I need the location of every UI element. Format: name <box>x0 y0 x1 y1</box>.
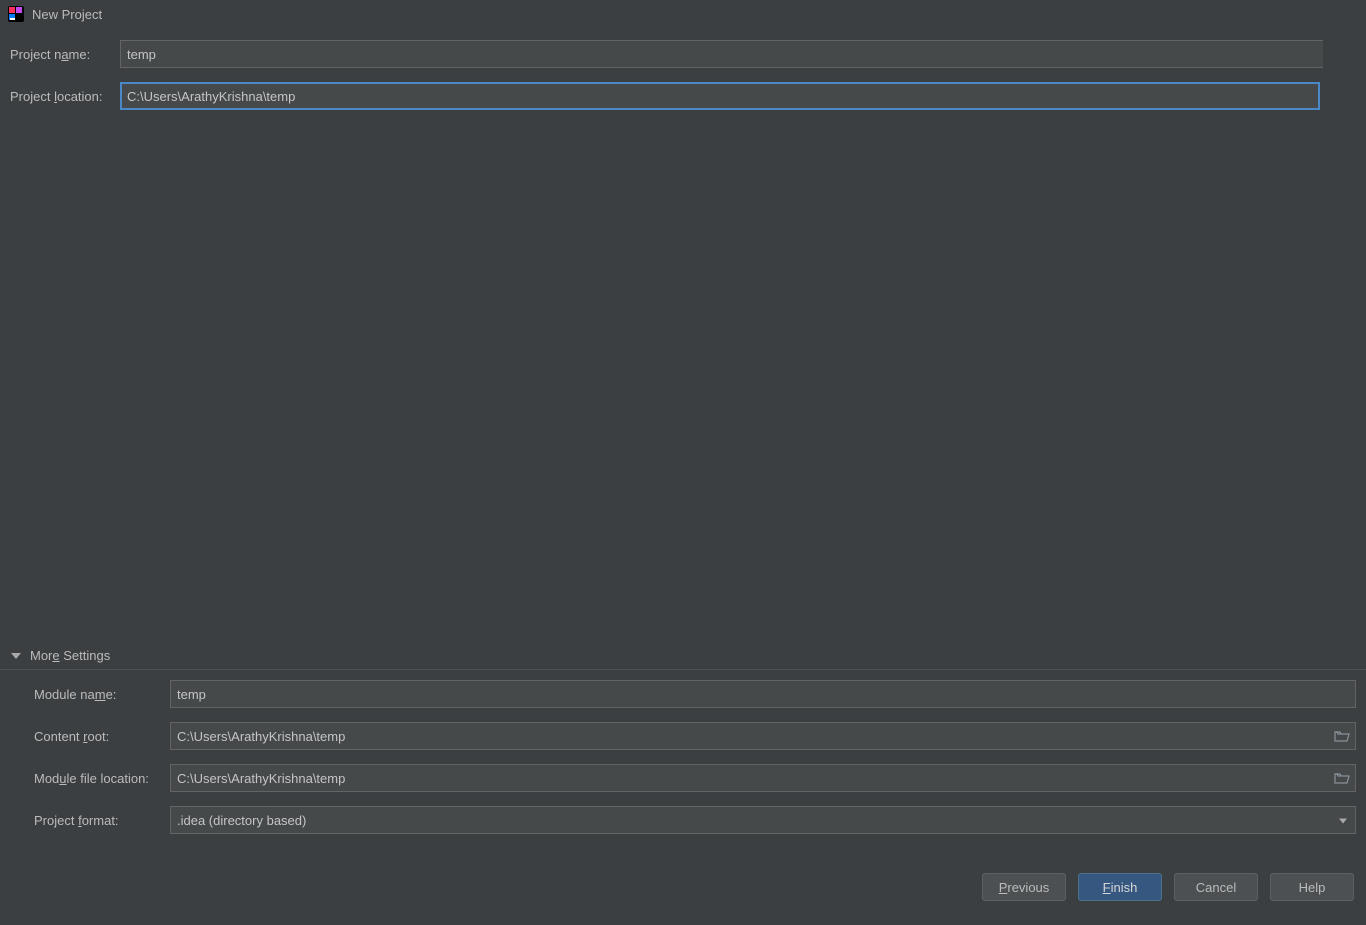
previous-button[interactable]: Previous <box>982 873 1066 901</box>
more-settings-section: More Settings Module name: Content root: <box>10 648 1356 848</box>
project-name-row: Project name: <box>10 40 1356 68</box>
module-file-location-row: Module file location: <box>34 764 1356 792</box>
button-bar: Previous Finish Cancel Help <box>982 873 1354 901</box>
project-name-input[interactable] <box>120 40 1356 68</box>
module-name-label: Module name: <box>34 687 170 702</box>
more-settings-body: Module name: Content root: Module file l… <box>10 680 1356 834</box>
more-settings-toggle[interactable]: More Settings <box>0 648 1366 670</box>
content-root-label: Content root: <box>34 729 170 744</box>
content-root-row: Content root: <box>34 722 1356 750</box>
folder-open-icon[interactable] <box>1334 771 1350 785</box>
module-file-location-label: Module file location: <box>34 771 170 786</box>
help-button[interactable]: Help <box>1270 873 1354 901</box>
module-name-input[interactable] <box>170 680 1356 708</box>
project-location-row: Project location: ... <box>10 82 1356 110</box>
content-root-input[interactable] <box>170 722 1356 750</box>
project-name-label: Project name: <box>10 47 120 62</box>
project-format-label: Project format: <box>34 813 170 828</box>
cancel-button[interactable]: Cancel <box>1174 873 1258 901</box>
finish-button[interactable]: Finish <box>1078 873 1162 901</box>
content-area: Project name: Project location: ... <box>0 28 1366 110</box>
app-icon <box>8 6 24 22</box>
chevron-down-icon <box>10 650 22 662</box>
project-format-dropdown[interactable]: .idea (directory based) <box>170 806 1356 834</box>
project-location-input[interactable] <box>120 82 1320 110</box>
more-settings-title: More Settings <box>30 648 110 663</box>
module-file-location-input[interactable] <box>170 764 1356 792</box>
titlebar: New Project <box>0 0 1366 28</box>
project-format-value: .idea (directory based) <box>177 813 306 828</box>
window-title: New Project <box>32 7 1342 22</box>
project-format-row: Project format: .idea (directory based) <box>34 806 1356 834</box>
project-location-label: Project location: <box>10 89 120 104</box>
folder-open-icon[interactable] <box>1334 729 1350 743</box>
chevron-down-icon <box>1339 813 1347 828</box>
module-name-row: Module name: <box>34 680 1356 708</box>
